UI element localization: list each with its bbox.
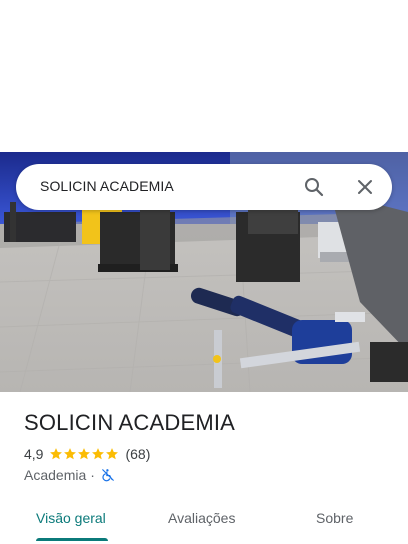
place-info-panel: SOLICIN ACADEMIA 4,9 (68) Academia · Vis… xyxy=(0,392,408,544)
tab-overview[interactable]: Visão geral xyxy=(36,510,106,526)
place-page: SOLICIN ACADEMIA SOLICIN ACADEMIA 4,9 (6… xyxy=(0,0,408,544)
rating-value: 4,9 xyxy=(24,446,44,462)
review-count: (68) xyxy=(125,446,151,462)
star-icon xyxy=(78,448,91,460)
category-label: Academia xyxy=(24,467,87,483)
tab-about[interactable]: Sobre xyxy=(316,510,353,526)
star-icon xyxy=(64,448,77,460)
search-bar: SOLICIN ACADEMIA xyxy=(16,164,392,210)
star-icon xyxy=(50,448,63,460)
rating-row[interactable]: 4,9 (68) xyxy=(24,445,150,463)
tab-bar: Visão geral Avaliações Sobre xyxy=(0,498,408,544)
wheelchair-not-accessible-icon[interactable] xyxy=(101,468,115,482)
star-icon xyxy=(92,448,105,460)
search-icon[interactable] xyxy=(302,175,326,199)
tab-reviews[interactable]: Avaliações xyxy=(168,510,235,526)
search-input[interactable]: SOLICIN ACADEMIA xyxy=(40,178,174,194)
top-blank-area xyxy=(0,0,408,152)
separator-dot: · xyxy=(90,467,95,483)
star-icon xyxy=(106,448,119,460)
active-tab-indicator xyxy=(36,538,108,541)
place-title: SOLICIN ACADEMIA xyxy=(24,410,236,435)
close-icon[interactable] xyxy=(353,175,377,199)
category-row: Academia · xyxy=(24,466,115,484)
star-rating xyxy=(49,447,119,461)
